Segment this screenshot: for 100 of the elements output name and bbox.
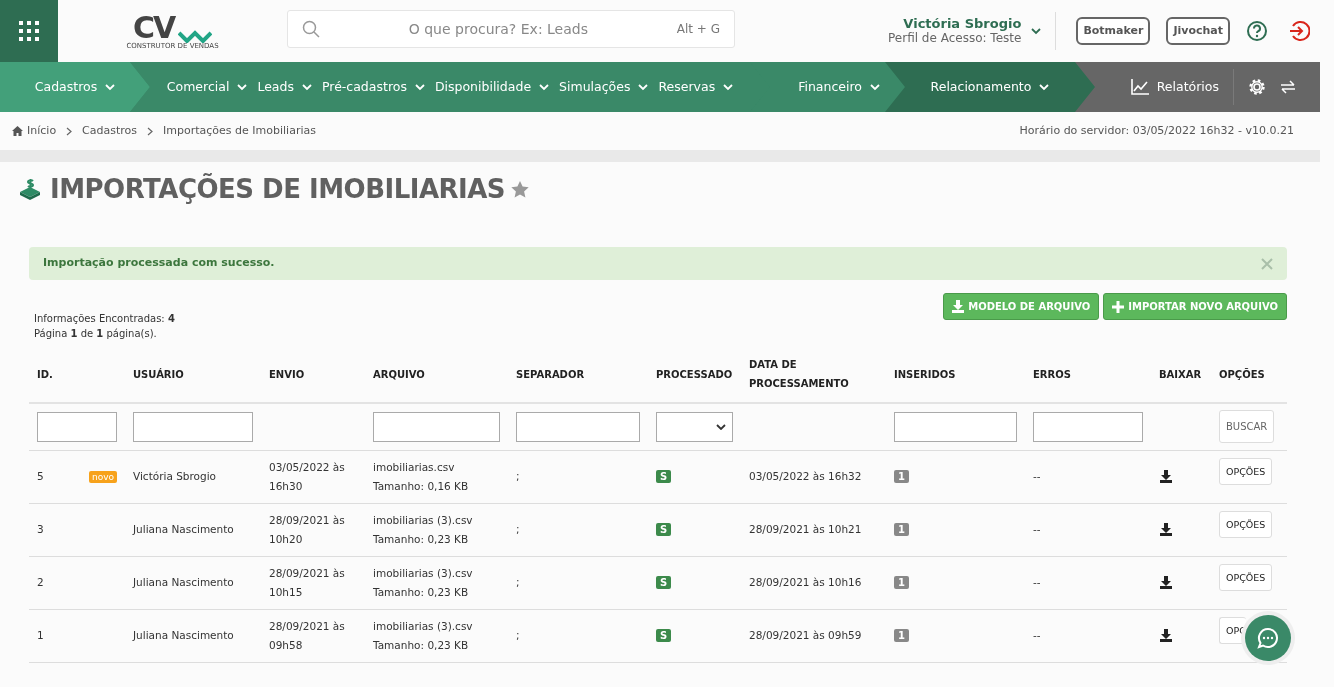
nav-menu-item[interactable]: Comercial bbox=[161, 77, 253, 97]
chat-icon bbox=[1257, 627, 1279, 649]
column-header: SEPARADOR bbox=[508, 346, 648, 403]
table-cell: Victória Sbrogio bbox=[133, 470, 217, 482]
nav-menu-item[interactable]: Reservas bbox=[653, 77, 739, 97]
nav-menu-item[interactable]: Leads bbox=[252, 77, 317, 97]
user-name: Victória Sbrogio bbox=[903, 16, 1022, 31]
table-cell: ; bbox=[516, 576, 520, 588]
filter-field[interactable] bbox=[516, 411, 640, 442]
plus-icon bbox=[1112, 300, 1125, 313]
file-size: Tamanho: 0,23 KB bbox=[373, 584, 470, 600]
summary-text: Página 1 de 1 página(s). bbox=[34, 327, 158, 341]
alert-message: Importação processada com sucesso. bbox=[43, 255, 275, 272]
filter-field[interactable] bbox=[133, 411, 253, 442]
table-cell: 28/09/2021 às 10h16 bbox=[749, 576, 862, 588]
table-cell-text: 3 bbox=[37, 522, 44, 537]
count-badge: 1 bbox=[894, 629, 909, 642]
nav-menu-item[interactable]: Financeiro bbox=[793, 77, 885, 97]
server-time: Horário do servidor: 03/05/2022 16h32 - v10.0.21 bbox=[1019, 122, 1294, 139]
search-button[interactable]: BUSCAR bbox=[1219, 410, 1275, 444]
table-cell: 28/09/2021 às 10h21 bbox=[749, 523, 862, 535]
table-cell: 28/09/2021 às 09h58 bbox=[269, 619, 345, 651]
file-name: imobiliarias.csv bbox=[373, 459, 456, 475]
settings-icon[interactable] bbox=[1248, 78, 1266, 96]
table-cell-text: 2 bbox=[37, 575, 44, 590]
search-icon bbox=[302, 20, 320, 38]
table-cell: 28/09/2021 às 09h59 bbox=[749, 629, 862, 641]
breadcrumb-link[interactable]: Início bbox=[27, 122, 57, 140]
file-name: imobiliarias (3).csv bbox=[373, 618, 474, 634]
chevron-icon bbox=[66, 126, 73, 136]
breadcrumb-link[interactable]: Cadastros bbox=[82, 122, 138, 140]
table-cell: 03/05/2022 às 16h30 bbox=[269, 460, 345, 492]
column-header: BAIXAR bbox=[1151, 346, 1211, 403]
download-icon[interactable] bbox=[1160, 576, 1172, 589]
access-profile: Perfil de Acesso: Teste bbox=[888, 31, 1022, 46]
download-icon[interactable] bbox=[1160, 523, 1172, 536]
download-icon[interactable] bbox=[1160, 470, 1172, 483]
count-badge: 1 bbox=[894, 576, 909, 589]
table-cell: -- bbox=[1033, 629, 1041, 641]
column-header: DATA DE PROCESSAMENTO bbox=[741, 346, 886, 403]
help-icon[interactable] bbox=[1246, 20, 1268, 42]
file-name: imobiliarias (3).csv bbox=[373, 565, 474, 581]
reports-link[interactable]: Relatórios bbox=[1130, 77, 1219, 97]
wave-logo-icon bbox=[178, 28, 213, 43]
column-header: ENVIO bbox=[261, 346, 365, 403]
new-badge: novo bbox=[88, 470, 117, 483]
caret-icon[interactable] bbox=[1031, 27, 1042, 35]
header-button[interactable]: Botmaker bbox=[1076, 16, 1151, 46]
home-icon bbox=[12, 126, 23, 136]
download-icon[interactable] bbox=[1160, 629, 1172, 642]
search-field[interactable]: O que procura? Ex: Leads Alt + G bbox=[287, 10, 735, 48]
filter-field[interactable] bbox=[894, 411, 1017, 442]
options-button[interactable]: OPÇÕES bbox=[1219, 457, 1273, 485]
nav-menu-item[interactable]: Pré-cadastros bbox=[316, 77, 430, 97]
table-cell: 03/05/2022 às 16h32 bbox=[749, 470, 862, 482]
table-cell-text: 5 bbox=[37, 469, 44, 484]
status-badge: S bbox=[656, 523, 672, 536]
filter-field[interactable] bbox=[37, 411, 117, 442]
table-cell: 28/09/2021 às 10h15 bbox=[269, 566, 345, 598]
shortcut-hint: Alt + G bbox=[676, 21, 720, 38]
download-icon bbox=[952, 300, 965, 313]
apps-menu-button[interactable] bbox=[0, 0, 58, 62]
options-button[interactable]: OPÇÕES bbox=[1219, 563, 1273, 591]
file-size: Tamanho: 0,23 KB bbox=[373, 531, 470, 547]
swap-icon[interactable] bbox=[1280, 80, 1296, 94]
status-badge: S bbox=[656, 629, 672, 642]
table-cell: Juliana Nascimento bbox=[133, 523, 234, 535]
table-cell: ; bbox=[516, 629, 520, 641]
chevron-icon bbox=[716, 423, 726, 431]
table-cell: ; bbox=[516, 470, 520, 482]
filter-field[interactable] bbox=[1033, 411, 1143, 442]
table-cell: Juliana Nascimento bbox=[133, 629, 234, 641]
status-badge: S bbox=[656, 470, 672, 483]
options-button[interactable]: OPÇÕES bbox=[1219, 510, 1273, 538]
filter-dropdown[interactable] bbox=[656, 411, 733, 442]
nav-menu-item[interactable]: Cadastros bbox=[29, 77, 121, 97]
status-badge: S bbox=[656, 576, 672, 589]
column-header: ERROS bbox=[1025, 346, 1151, 403]
nav-menu-item[interactable]: Disponibilidade bbox=[429, 77, 555, 97]
star-icon[interactable] bbox=[511, 180, 530, 198]
logo-text: CV bbox=[132, 12, 175, 43]
table-cell: -- bbox=[1033, 470, 1041, 482]
table-cell: ; bbox=[516, 523, 520, 535]
nav-menu-item[interactable]: Relacionamento bbox=[925, 77, 1055, 97]
chart-icon[interactable] bbox=[1130, 79, 1149, 95]
column-header: ARQUIVO bbox=[365, 346, 508, 403]
column-header: INSERIDOS bbox=[886, 346, 1025, 403]
header-button[interactable]: Jivochat bbox=[1166, 16, 1230, 46]
search-input[interactable]: O que procura? Ex: Leads bbox=[320, 17, 677, 41]
column-header: OPÇÕES bbox=[1211, 346, 1287, 403]
table-cell-text: 1 bbox=[37, 628, 44, 643]
filter-field[interactable] bbox=[373, 411, 500, 442]
column-header: PROCESSADO bbox=[648, 346, 741, 403]
logout-icon[interactable] bbox=[1288, 20, 1310, 42]
count-badge: 1 bbox=[894, 523, 909, 536]
money-box-icon bbox=[18, 177, 42, 201]
file-size: Tamanho: 0,23 KB bbox=[373, 637, 470, 653]
table-cell: 28/09/2021 às 10h20 bbox=[269, 513, 345, 545]
nav-menu-item[interactable]: Simulações bbox=[554, 77, 654, 97]
table-cell: Juliana Nascimento bbox=[133, 576, 234, 588]
